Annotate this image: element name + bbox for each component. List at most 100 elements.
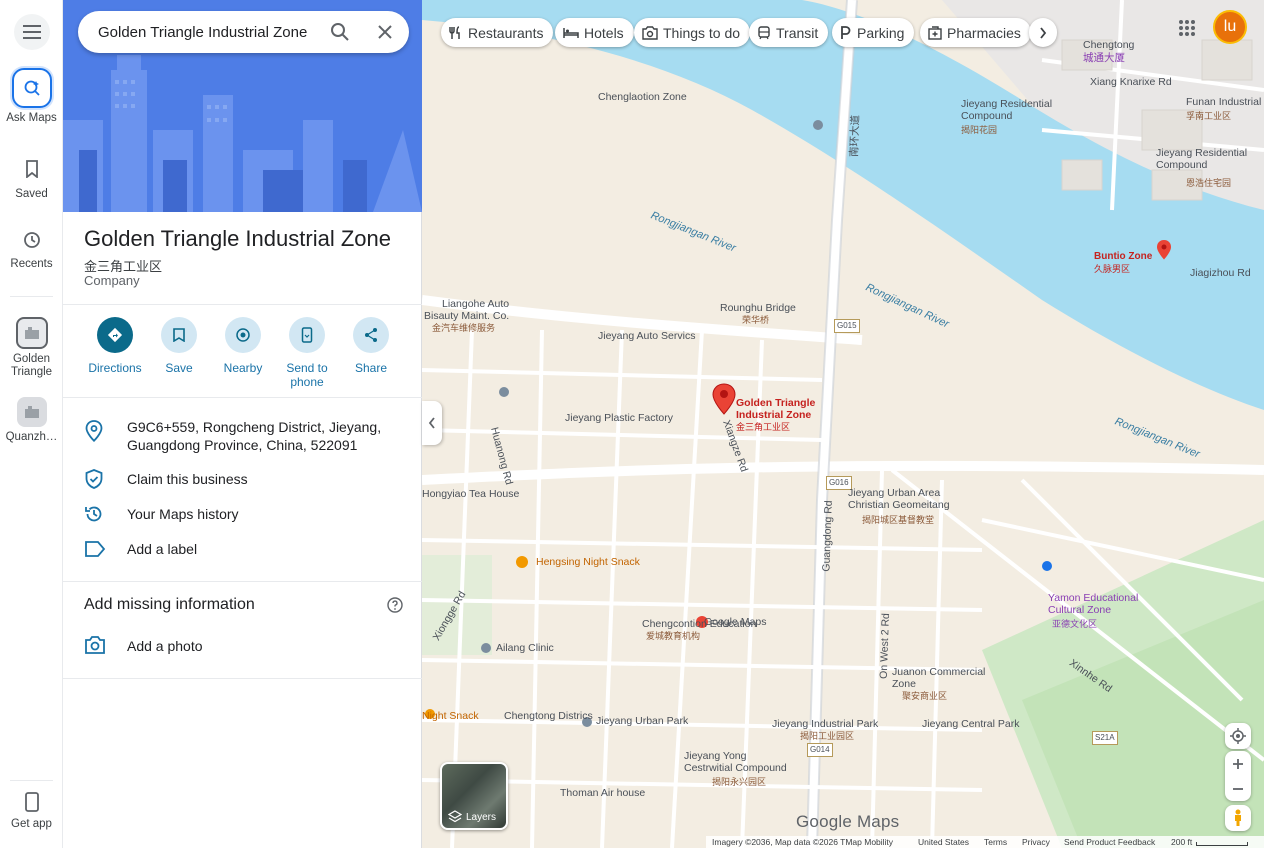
feedback-link[interactable]: Send Product Feedback	[1064, 837, 1155, 847]
map-label[interactable]: Google Maps	[704, 616, 766, 628]
map-label: 金汽车维修服务	[432, 323, 496, 333]
privacy-link[interactable]: Privacy	[1022, 837, 1050, 847]
map-label[interactable]: Buntio Zone	[1094, 251, 1152, 263]
share-button[interactable]: Share	[336, 317, 406, 375]
map-label[interactable]: Jieyang Residential Compound	[1156, 147, 1256, 171]
map-label[interactable]: Night Snack	[422, 710, 479, 722]
add-photo-row[interactable]: Add a photo	[63, 635, 422, 657]
map-label[interactable]: Jieyang Auto Servics	[598, 330, 695, 342]
map-label[interactable]: Funan Industrial Pars	[1186, 96, 1264, 108]
collapse-panel-button[interactable]	[422, 401, 442, 445]
share-label: Share	[354, 361, 388, 375]
address-row[interactable]: G9C6+559, Rongcheng District, Jieyang, G…	[63, 418, 422, 458]
recent-place-label: Golden Triangle	[10, 353, 53, 378]
layers-icon	[448, 810, 462, 823]
ask-maps-button[interactable]: Ask Maps	[0, 68, 63, 124]
map-label[interactable]: Hengsing Night Snack	[536, 556, 640, 568]
map-label: 揭阳工业园区	[800, 731, 855, 741]
pharmacy-icon	[928, 25, 942, 40]
map-label[interactable]: Jieyang Urban Area Christian Geomeitang	[848, 487, 958, 511]
search-input[interactable]	[98, 21, 318, 43]
recents-button[interactable]: Recents	[0, 230, 63, 270]
map-label: Xiang Knarixe Rd	[1090, 76, 1172, 88]
map-label[interactable]: Jieyang Yong Cestrwitial Compound	[684, 750, 794, 774]
history-icon	[84, 504, 104, 527]
chips-scroll-right-button[interactable]	[1029, 18, 1057, 47]
map-label[interactable]: Chengtong	[1083, 39, 1134, 51]
chip-transit[interactable]: Transit	[749, 18, 829, 47]
chip-hotels-label: Hotels	[584, 24, 624, 41]
saved-button[interactable]: Saved	[0, 160, 63, 200]
directions-button[interactable]: Directions	[80, 317, 150, 375]
divider	[63, 678, 422, 679]
nearby-button[interactable]: Nearby	[208, 317, 278, 375]
map-label[interactable]: Ailang Clinic	[496, 642, 554, 654]
claim-business-row[interactable]: Claim this business	[63, 469, 422, 489]
country-link[interactable]: United States	[918, 837, 969, 847]
terms-link[interactable]: Terms	[984, 837, 1007, 847]
street-view-pegman-button[interactable]	[1225, 805, 1251, 831]
zoom-out-button[interactable]	[1232, 776, 1244, 801]
map-label[interactable]: Jieyang Central Park	[922, 718, 1019, 730]
layers-label: Layers	[466, 812, 497, 823]
zoom-in-button[interactable]	[1232, 751, 1244, 776]
chip-things-to-do[interactable]: Things to do	[634, 18, 751, 47]
street-label: On West 2 Rd	[877, 612, 893, 680]
close-icon[interactable]	[377, 24, 393, 45]
map-label[interactable]: Rounghu Bridge	[720, 302, 796, 314]
get-app-button[interactable]: Get app	[0, 792, 63, 830]
map-label[interactable]: Jieyang Residential Compound	[961, 98, 1071, 122]
map-label[interactable]: Juanon Commercial Zone	[892, 666, 992, 690]
chip-pharmacies[interactable]: Pharmacies	[920, 18, 1031, 47]
recent-place-quanzhou[interactable]: Quanzh…	[0, 397, 63, 443]
map-footer: Imagery ©2036, Map data ©2026 TMap Mobil…	[706, 836, 1264, 848]
place-category[interactable]: Company	[84, 273, 140, 288]
nearby-icon	[225, 317, 261, 353]
account-avatar[interactable]: lu	[1213, 10, 1247, 44]
menu-button[interactable]	[14, 14, 50, 50]
map-label[interactable]: Hongyiao Tea House	[422, 488, 519, 500]
bookmark-icon	[161, 317, 197, 353]
transit-icon	[757, 25, 771, 40]
map-canvas[interactable]: Chengtong 城通大厦 Xiang Knarixe Rd Funan In…	[422, 0, 1264, 848]
maps-history-row[interactable]: Your Maps history	[63, 504, 422, 524]
map-label[interactable]: Jieyang Plastic Factory	[565, 412, 673, 424]
map-label[interactable]: Jieyang Urban Park	[596, 715, 688, 727]
map-label[interactable]: Thoman Air house	[560, 787, 645, 799]
add-label-row[interactable]: Add a label	[63, 539, 422, 559]
recent-place-golden-triangle[interactable]: Golden Triangle	[0, 317, 63, 379]
phone-icon	[289, 317, 325, 353]
pin-label[interactable]: Golden Triangle Industrial Zone	[736, 397, 826, 421]
map-label[interactable]: Chengtong Districs	[504, 710, 593, 722]
place-thumbnail-icon	[15, 317, 48, 349]
maps-app: Ask Maps Saved Recents Golden Triangle Q…	[0, 0, 1264, 848]
bed-icon	[563, 27, 579, 39]
minus-icon	[1233, 787, 1243, 790]
missing-info-title: Add missing information	[84, 596, 255, 613]
saved-label: Saved	[15, 188, 48, 200]
search-box[interactable]	[78, 11, 409, 53]
map-label[interactable]: Jieyang Industrial Park	[772, 718, 878, 730]
recent-place-label: Quanzh…	[5, 431, 58, 443]
map-label[interactable]: Bisauty Maint. Co.	[424, 310, 509, 322]
apps-grid-icon	[1179, 20, 1195, 36]
bookmark-icon	[22, 160, 42, 180]
map-label[interactable]: Chenglaotion Zone	[598, 91, 687, 103]
map-label[interactable]: Liangohe Auto	[442, 298, 509, 310]
my-location-button[interactable]	[1225, 723, 1251, 749]
chip-parking[interactable]: Parking	[832, 18, 915, 47]
map-label: 爱城教育机构	[646, 631, 701, 641]
rail-divider	[10, 296, 53, 297]
layers-button[interactable]: Layers	[440, 762, 508, 830]
help-icon[interactable]	[387, 597, 403, 618]
map-label[interactable]: Yamon Educational Cultural Zone	[1048, 592, 1158, 616]
send-to-phone-button[interactable]: Send to phone	[272, 317, 342, 389]
chip-restaurants[interactable]: Restaurants	[441, 18, 554, 47]
map-label: 揭阳永兴园区	[712, 777, 767, 787]
plus-icon	[1233, 758, 1243, 769]
save-button[interactable]: Save	[144, 317, 214, 375]
chip-hotels[interactable]: Hotels	[555, 18, 634, 47]
search-icon[interactable]	[330, 22, 350, 47]
google-apps-button[interactable]	[1178, 19, 1198, 39]
place-thumbnail-icon	[16, 397, 47, 427]
